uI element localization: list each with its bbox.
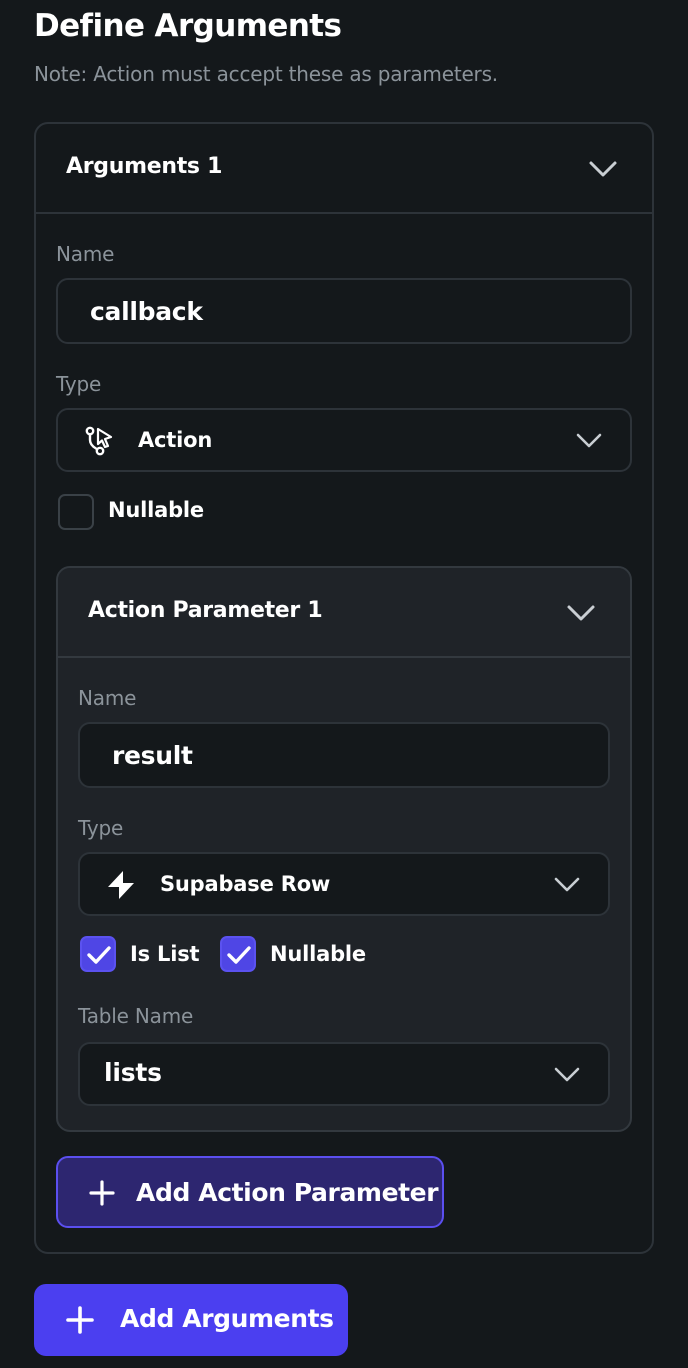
add-action-parameter-button[interactable]: Add Action Parameter: [56, 1156, 444, 1228]
argument-nullable-checkbox[interactable]: [58, 494, 94, 530]
action-parameter-nullable-checkbox[interactable]: [220, 936, 256, 972]
table-name-select[interactable]: lists: [78, 1042, 610, 1106]
action-parameter-type-label: Type: [78, 816, 124, 840]
supabase-icon: [104, 868, 138, 902]
table-name-value: lists: [104, 1058, 162, 1087]
action-parameter-name-label: Name: [78, 686, 137, 710]
add-action-parameter-label: Add Action Parameter: [136, 1178, 439, 1207]
chevron-down-icon: [552, 876, 582, 894]
chevron-down-icon: [552, 1066, 582, 1084]
plus-icon: [66, 1306, 94, 1334]
argument-nullable-label: Nullable: [108, 498, 204, 522]
chevron-down-icon: [574, 432, 604, 450]
add-arguments-button[interactable]: Add Arguments: [34, 1284, 348, 1356]
add-arguments-label: Add Arguments: [120, 1304, 334, 1333]
argument-card-title: Arguments 1: [66, 154, 223, 179]
argument-name-label: Name: [56, 242, 115, 266]
is-list-checkbox[interactable]: [80, 936, 116, 972]
argument-card-header[interactable]: Arguments 1: [36, 124, 652, 214]
action-parameter-nullable-label: Nullable: [270, 942, 366, 966]
page-title: Define Arguments: [34, 8, 342, 44]
checkmark-icon: [227, 946, 251, 964]
action-parameter-name-input[interactable]: result: [78, 722, 610, 788]
define-arguments-panel: Define Arguments Note: Action must accep…: [0, 0, 688, 1368]
is-list-label: Is List: [130, 942, 200, 966]
action-flow-icon: [82, 424, 116, 458]
argument-name-input[interactable]: callback: [56, 278, 632, 344]
argument-type-select[interactable]: Action: [56, 408, 632, 472]
argument-type-label: Type: [56, 372, 102, 396]
table-name-label: Table Name: [78, 1004, 194, 1028]
argument-type-value: Action: [138, 428, 213, 452]
page-note: Note: Action must accept these as parame…: [34, 62, 498, 86]
action-parameter-type-value: Supabase Row: [160, 872, 331, 896]
action-parameter-card-title: Action Parameter 1: [88, 598, 323, 623]
action-parameter-type-select[interactable]: Supabase Row: [78, 852, 610, 916]
chevron-down-icon[interactable]: [588, 160, 618, 178]
plus-icon: [88, 1179, 116, 1207]
action-parameter-card: Action Parameter 1 Name result Type Supa…: [56, 566, 632, 1132]
chevron-down-icon[interactable]: [566, 604, 596, 622]
checkmark-icon: [87, 946, 111, 964]
action-parameter-card-header[interactable]: Action Parameter 1: [58, 568, 630, 658]
